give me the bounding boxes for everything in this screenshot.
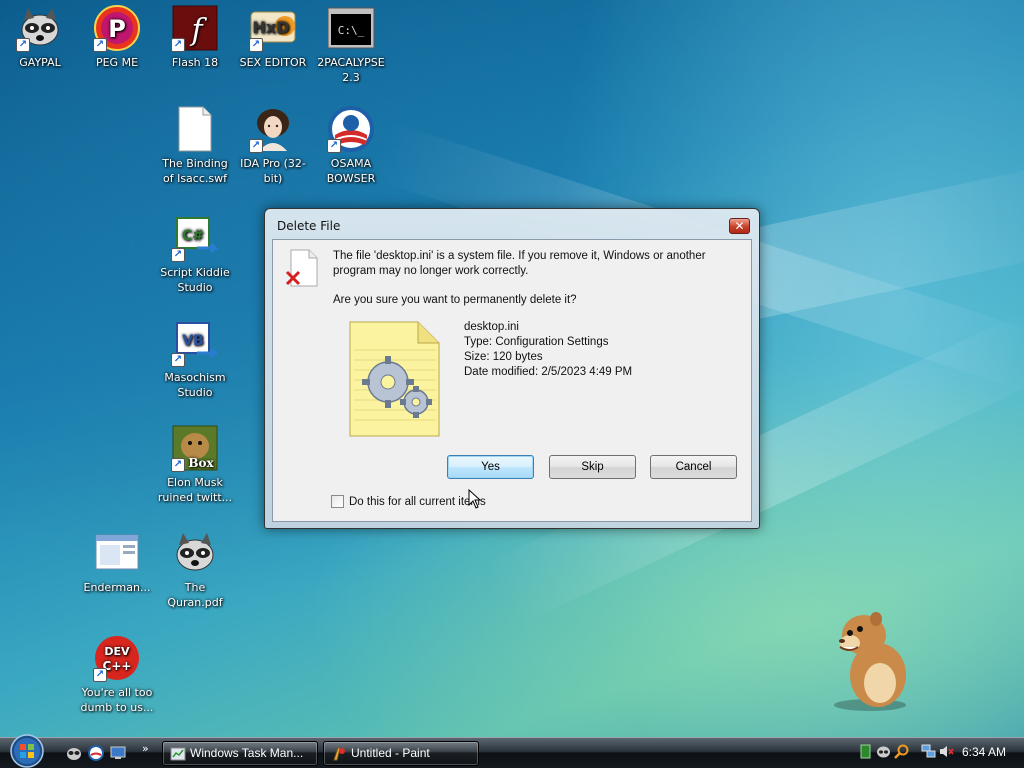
desktop-icon-elon-musk[interactable]: Box ↗ Elon Musk ruined twitt...: [155, 424, 235, 505]
svg-text:C:\_: C:\_: [338, 24, 365, 37]
desktop-icon-script-kiddie-studio[interactable]: C# ↗ Script Kiddie Studio: [155, 214, 235, 295]
config-file-icon: [348, 320, 441, 438]
shortcut-arrow-icon: ↗: [249, 38, 263, 52]
csharp-studio-icon: C# ↗: [171, 214, 219, 262]
start-button[interactable]: [7, 734, 47, 768]
shortcut-arrow-icon: ↗: [327, 139, 341, 153]
file-name: desktop.ini: [464, 321, 519, 333]
mouse-cursor-icon: [468, 488, 482, 509]
taskbar-button-task-manager[interactable]: Windows Task Man...: [162, 741, 318, 766]
tray-raccoon-icon[interactable]: [876, 744, 891, 759]
desktop-icon-gaypal[interactable]: ↗ GAYPAL: [0, 4, 80, 70]
desktop-icon-label: You're all too dumb to us...: [80, 686, 154, 714]
file-icon: [171, 105, 219, 153]
desktop-icon-masochism-studio[interactable]: VB ↗ Masochism Studio: [155, 319, 235, 400]
shortcut-arrow-icon: ↗: [93, 38, 107, 52]
delete-file-dialog: Delete File ✕ The file 'desktop.ini' is …: [264, 208, 760, 529]
desktop-icon-label: GAYPAL: [19, 56, 61, 69]
desktop-icon-sex-editor[interactable]: HxD ↗ SEX EDITOR: [233, 4, 313, 70]
paint-label: Untitled - Paint: [351, 746, 430, 760]
desktop-icon-binding-of-isacc[interactable]: The Binding of Isacc.swf: [155, 105, 235, 186]
vb-studio-icon: VB ↗: [171, 319, 219, 367]
file-details: desktop.ini Type: Configuration Settings…: [464, 320, 632, 380]
desktop-icon-peg-me[interactable]: P ↗ PEG ME: [77, 4, 157, 70]
shortcut-arrow-icon: ↗: [171, 248, 185, 262]
dev-cpp-icon: DEV C++ ↗: [93, 634, 141, 682]
task-manager-icon: [170, 746, 186, 762]
shortcut-arrow-icon: ↗: [171, 38, 185, 52]
warning-message: The file 'desktop.ini' is a system file.…: [333, 250, 706, 277]
desktop-icon-2pacalypse[interactable]: C:\_ 2PACALYPSE 2.3: [311, 4, 391, 85]
desktop-icon-flash[interactable]: f ↗ Flash 18: [155, 4, 235, 70]
shortcut-arrow-icon: ↗: [171, 353, 185, 367]
svg-text:HxD: HxD: [253, 18, 290, 37]
cancel-button[interactable]: Cancel: [650, 455, 737, 479]
dialog-titlebar[interactable]: Delete File ✕: [265, 209, 759, 239]
system-clock[interactable]: 6:34 AM: [962, 745, 1006, 759]
dosbox-icon: Box ↗: [171, 424, 219, 472]
quick-launch-chevron-icon[interactable]: »: [142, 742, 149, 755]
desktop-icon-label: OSAMA BOWSER: [326, 157, 376, 185]
flash-icon: f ↗: [171, 4, 219, 52]
svg-text:P: P: [108, 15, 126, 43]
desktop-icon-label: The Quran.pdf: [167, 581, 223, 609]
hxd-icon: HxD ↗: [249, 4, 297, 52]
file-type: Type: Configuration Settings: [464, 336, 609, 348]
tray-volume-muted-icon[interactable]: [939, 744, 954, 759]
file-size: Size: 120 bytes: [464, 351, 543, 363]
desktop-icon-label: The Binding of Isacc.swf: [162, 157, 228, 185]
desktop-icon-label: Enderman...: [83, 581, 151, 594]
shortcut-arrow-icon: ↗: [16, 38, 30, 52]
desktop-icon-quran-pdf[interactable]: The Quran.pdf: [155, 529, 235, 610]
paint-icon: [331, 746, 347, 762]
raccoon-icon: ↗: [16, 4, 64, 52]
desktop-icon-label: 2PACALYPSE 2.3: [317, 56, 385, 84]
svg-text:DEV: DEV: [104, 645, 130, 658]
desktop-icon-osama-bowser[interactable]: ↗ OSAMA BOWSER: [311, 105, 391, 186]
close-button[interactable]: ✕: [729, 218, 750, 234]
desktop-icon-label: Flash 18: [171, 56, 219, 69]
peg-logo-icon: P ↗: [93, 4, 141, 52]
desktop-icon-label: SEX EDITOR: [239, 56, 307, 69]
desktop-icon-enderman[interactable]: Enderman...: [77, 529, 157, 595]
command-prompt-icon: C:\_: [327, 4, 375, 52]
desktop-icon-label: Masochism Studio: [164, 371, 226, 399]
tray-green-icon[interactable]: [858, 744, 873, 759]
quick-launch-show-desktop-icon[interactable]: [110, 745, 126, 761]
ida-pro-portrait-icon: ↗: [249, 105, 297, 153]
shortcut-arrow-icon: ↗: [171, 458, 185, 472]
svg-text:C#: C#: [182, 228, 204, 244]
desktop-icon-label: IDA Pro (32-bit): [240, 157, 306, 185]
desktop-icon-dev-cpp[interactable]: DEV C++ ↗ You're all too dumb to us...: [77, 634, 157, 715]
svg-text:VB: VB: [182, 333, 204, 349]
task-manager-label: Windows Task Man...: [190, 746, 304, 760]
shortcut-arrow-icon: ↗: [93, 668, 107, 682]
desktop-icon-label: Script Kiddie Studio: [160, 266, 230, 294]
skip-button[interactable]: Skip: [549, 455, 636, 479]
desktop-icon-ida-pro[interactable]: ↗ IDA Pro (32-bit): [233, 105, 313, 186]
shortcut-arrow-icon: ↗: [249, 139, 263, 153]
dialog-body: The file 'desktop.ini' is a system file.…: [272, 239, 752, 522]
quick-launch-raccoon-icon[interactable]: [66, 745, 82, 761]
taskbar-button-paint[interactable]: Untitled - Paint: [323, 741, 479, 766]
apply-to-all-checkbox[interactable]: [331, 495, 344, 508]
svg-text:Box: Box: [188, 456, 214, 470]
apply-to-all-label: Do this for all current items: [349, 495, 486, 508]
quick-launch-obama-icon[interactable]: [88, 745, 104, 761]
desktop-icon-label: Elon Musk ruined twitt...: [157, 476, 233, 504]
yes-button[interactable]: Yes: [447, 455, 534, 479]
obama-logo-icon: ↗: [327, 105, 375, 153]
apply-to-all-row[interactable]: Do this for all current items: [331, 495, 486, 508]
tray-search-icon[interactable]: [894, 744, 909, 759]
tray-network-icon[interactable]: [921, 744, 936, 759]
window-app-icon: [93, 529, 141, 577]
confirmation-question: Are you sure you want to permanently del…: [333, 294, 577, 306]
raccoon-icon: [171, 529, 219, 577]
hamster-gadget-image[interactable]: [820, 605, 915, 715]
file-date-modified: Date modified: 2/5/2023 4:49 PM: [464, 366, 633, 378]
desktop-icon-label: PEG ME: [95, 56, 139, 69]
dialog-title: Delete File: [277, 219, 341, 233]
delete-warning-icon: [283, 248, 323, 288]
